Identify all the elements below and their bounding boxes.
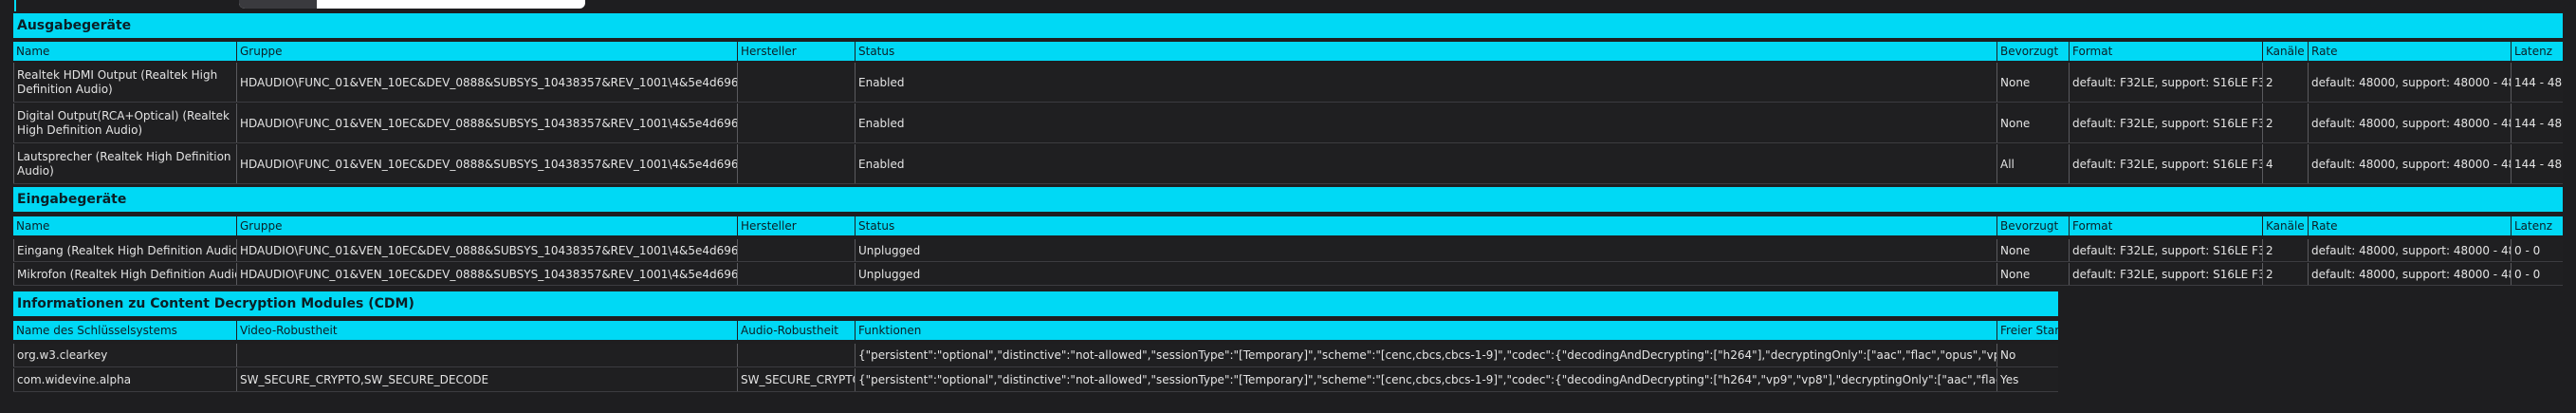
device-channels: 2 <box>2263 103 2309 142</box>
col-status: Status <box>856 216 1997 235</box>
col-channels: Kanäle <box>2263 42 2309 61</box>
device-rate: default: 48000, support: 48000 - 48000 <box>2309 63 2512 102</box>
col-latency: Latenz <box>2514 45 2553 58</box>
device-vendor <box>738 263 856 285</box>
cdm-video-robustness: SW_SECURE_CRYPTO,SW_SECURE_DECODE <box>237 368 738 391</box>
top-search-area <box>0 0 2576 11</box>
device-vendor <box>738 63 856 102</box>
device-group: HDAUDIO\FUNC_01&VEN_10EC&DEV_0888&SUBSYS… <box>237 239 738 261</box>
device-status: Enabled <box>856 63 1997 102</box>
device-status: Unplugged <box>856 239 1997 261</box>
device-preferred: None <box>1997 63 2070 102</box>
device-vendor <box>738 239 856 261</box>
device-latency: 0 - 0 <box>2514 267 2541 281</box>
device-preferred: None <box>1997 263 2070 285</box>
col-latency: Latenz <box>2514 219 2553 233</box>
device-latency: 0 - 0 <box>2514 243 2541 257</box>
device-vendor <box>738 144 856 183</box>
table-row: Lautsprecher (Realtek High Definition Au… <box>13 144 2563 184</box>
table-row: Digital Output(RCA+Optical) (Realtek Hig… <box>13 103 2563 143</box>
device-preferred: None <box>1997 103 2070 142</box>
cdm-functions: {"persistent":"optional","distinctive":"… <box>856 368 1997 391</box>
cdm-clear-lead: Yes <box>2000 373 2019 386</box>
col-vendor: Hersteller <box>738 216 856 235</box>
col-preferred: Bevorzugt <box>1997 42 2070 61</box>
device-group: HDAUDIO\FUNC_01&VEN_10EC&DEV_0888&SUBSYS… <box>237 63 738 102</box>
col-key-system: Name des Schlüsselsystems <box>13 321 237 340</box>
cdm-key-system: org.w3.clearkey <box>13 344 237 366</box>
device-latency: 144 - 480 <box>2514 157 2563 171</box>
col-format: Format <box>2070 42 2263 61</box>
device-preferred: None <box>1997 239 2070 261</box>
col-preferred: Bevorzugt <box>1997 216 2070 235</box>
table-row: Mikrofon (Realtek High Definition Audio)… <box>13 263 2563 286</box>
input-devices-title: Eingabegeräte <box>13 187 2563 212</box>
table-row: Realtek HDMI Output (Realtek High Defini… <box>13 63 2563 103</box>
device-channels: 2 <box>2263 263 2309 285</box>
col-audio-robustness: Audio-Robustheit <box>738 321 856 340</box>
cdm-clear-lead: No <box>2000 348 2016 362</box>
cdm-key-system: com.widevine.alpha <box>13 368 237 391</box>
cdm-functions: {"persistent":"optional","distinctive":"… <box>856 344 1997 366</box>
col-rate: Rate <box>2309 42 2512 61</box>
col-status: Status <box>856 42 1997 61</box>
device-rate: default: 48000, support: 48000 - 48000 <box>2309 263 2512 285</box>
device-status: Enabled <box>856 144 1997 183</box>
col-format: Format <box>2070 216 2263 235</box>
device-group: HDAUDIO\FUNC_01&VEN_10EC&DEV_0888&SUBSYS… <box>237 103 738 142</box>
device-name: Mikrofon (Realtek High Definition Audio) <box>13 263 237 285</box>
col-vendor: Hersteller <box>738 42 856 61</box>
device-latency: 144 - 480 <box>2514 75 2563 89</box>
device-name: Digital Output(RCA+Optical) (Realtek Hig… <box>13 103 237 142</box>
device-format: default: F32LE, support: S16LE F32LE <box>2070 144 2263 183</box>
device-name: Eingang (Realtek High Definition Audio) <box>13 239 237 261</box>
device-name: Lautsprecher (Realtek High Definition Au… <box>13 144 237 183</box>
col-rate: Rate <box>2309 216 2512 235</box>
table-row: org.w3.clearkey {"persistent":"optional"… <box>13 344 2058 367</box>
col-channels: Kanäle <box>2263 216 2309 235</box>
col-group: Gruppe <box>237 216 738 235</box>
device-channels: 2 <box>2263 239 2309 261</box>
device-latency: 144 - 480 <box>2514 116 2563 130</box>
table-row: com.widevine.alpha SW_SECURE_CRYPTO,SW_S… <box>13 368 2058 392</box>
device-format: default: F32LE, support: S16LE F32LE <box>2070 103 2263 142</box>
device-rate: default: 48000, support: 48000 - 48000 <box>2309 144 2512 183</box>
device-format: default: F32LE, support: S16LE F32LE <box>2070 239 2263 261</box>
cdm-audio-robustness <box>738 344 856 366</box>
cdm-table-header: Name des Schlüsselsystems Video-Robusthe… <box>13 321 2058 340</box>
col-name: Name <box>13 216 237 235</box>
table-row: Eingang (Realtek High Definition Audio) … <box>13 239 2563 262</box>
device-format: default: F32LE, support: S16LE F32LE <box>2070 263 2263 285</box>
cdm-audio-robustness: SW_SECURE_CRYPTO <box>738 368 856 391</box>
device-status: Unplugged <box>856 263 1997 285</box>
page-edge <box>14 0 16 11</box>
output-table-header: Name Gruppe Hersteller Status Bevorzugt … <box>13 42 2563 61</box>
output-devices-title: Ausgabegeräte <box>13 13 2563 38</box>
device-name: Realtek HDMI Output (Realtek High Defini… <box>13 63 237 102</box>
search-input[interactable] <box>239 0 585 9</box>
device-group: HDAUDIO\FUNC_01&VEN_10EC&DEV_0888&SUBSYS… <box>237 263 738 285</box>
device-vendor <box>738 103 856 142</box>
col-video-robustness: Video-Robustheit <box>237 321 738 340</box>
device-preferred: All <box>1997 144 2070 183</box>
col-functions: Funktionen <box>856 321 1997 340</box>
col-group: Gruppe <box>237 42 738 61</box>
device-format: default: F32LE, support: S16LE F32LE <box>2070 63 2263 102</box>
device-channels: 2 <box>2263 63 2309 102</box>
device-rate: default: 48000, support: 48000 - 48000 <box>2309 239 2512 261</box>
col-name: Name <box>13 42 237 61</box>
input-table-header: Name Gruppe Hersteller Status Bevorzugt … <box>13 216 2563 235</box>
device-channels: 4 <box>2263 144 2309 183</box>
cdm-video-robustness <box>237 344 738 366</box>
device-rate: default: 48000, support: 48000 - 48000 <box>2309 103 2512 142</box>
col-clear-lead: Freier Start <box>2000 324 2058 337</box>
device-group: HDAUDIO\FUNC_01&VEN_10EC&DEV_0888&SUBSYS… <box>237 144 738 183</box>
device-status: Enabled <box>856 103 1997 142</box>
cdm-title: Informationen zu Content Decryption Modu… <box>13 291 2058 316</box>
